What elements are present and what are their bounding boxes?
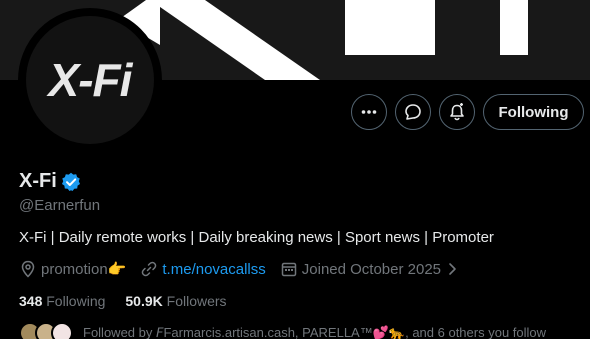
chevron-right-icon[interactable] — [445, 262, 459, 276]
following-stat[interactable]: 348 Following — [19, 293, 105, 309]
handle: @Earnerfun — [19, 197, 101, 214]
verified-icon[interactable] — [61, 172, 81, 192]
name-row: X-Fi — [19, 170, 81, 193]
profile-meta: promotion👉 t.me/novacallss Joined Octobe… — [19, 260, 477, 278]
following-label: Following — [46, 293, 106, 309]
followed-by-avatars — [19, 322, 73, 339]
avatar[interactable]: X-Fi — [18, 8, 162, 152]
notify-icon — [450, 103, 464, 121]
notify-button[interactable] — [439, 94, 475, 130]
avatar-logo-text: X-Fi — [48, 54, 133, 106]
avatar — [51, 322, 73, 339]
avatar-image: X-Fi — [26, 16, 154, 144]
location: promotion👉 — [19, 260, 126, 278]
location-icon — [21, 260, 35, 278]
followed-by[interactable]: Followed by 𝘍Farmarcis.artisan.cash, PAR… — [19, 322, 546, 339]
joined-text: Joined October 2025 — [301, 260, 442, 278]
more-button[interactable] — [351, 94, 387, 130]
calendar-icon — [281, 262, 297, 277]
display-name: X-Fi — [19, 170, 57, 192]
website-link[interactable]: t.me/novacallss — [162, 261, 265, 278]
followed-by-text: Followed by 𝘍Farmarcis.artisan.cash, PAR… — [83, 325, 547, 339]
more-icon — [361, 110, 377, 114]
following-button[interactable]: Following — [483, 94, 584, 130]
joined-date: Joined October 2025 — [280, 260, 463, 278]
link-icon — [142, 261, 157, 277]
followers-stat[interactable]: 50.9K Followers — [125, 293, 226, 309]
profile-page: X-Fi Following X-Fi @Earnerfun X-Fi | Da… — [0, 0, 590, 339]
message-button[interactable] — [395, 94, 431, 130]
followers-count: 50.9K — [125, 293, 163, 309]
location-text: promotion👉 — [41, 261, 127, 278]
website: t.me/novacallss — [140, 260, 266, 278]
followers-label: Followers — [166, 293, 227, 309]
follow-stats: 348 Following 50.9K Followers — [19, 293, 247, 309]
message-icon — [405, 104, 421, 120]
following-count: 348 — [19, 293, 43, 309]
bio: X-Fi | Daily remote works | Daily breaki… — [19, 229, 494, 246]
